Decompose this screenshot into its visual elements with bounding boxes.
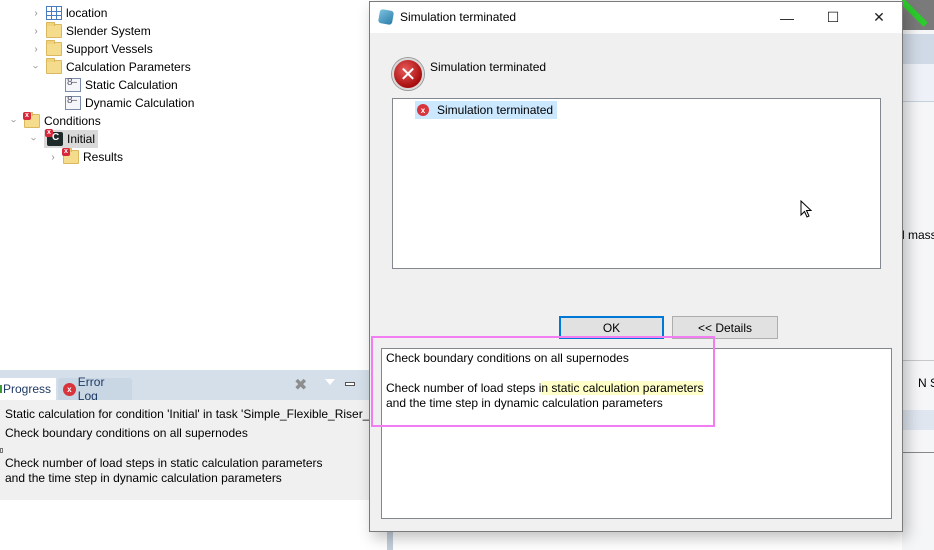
chevron-down-icon[interactable]: › <box>28 133 40 145</box>
selected-item-highlight: x Initial <box>44 129 99 148</box>
bullet-marker <box>0 448 3 453</box>
tab-progress[interactable]: Progress <box>0 378 56 400</box>
ok-button[interactable]: OK <box>559 316 664 339</box>
header-band <box>902 64 934 102</box>
title-bar[interactable]: Simulation terminated — ☐ ✕ <box>370 2 902 33</box>
ok-button-label: OK <box>602 320 621 335</box>
divider <box>902 360 934 361</box>
error-folder-icon: x <box>23 112 40 128</box>
mouse-cursor-icon <box>800 200 812 218</box>
chevron-right-icon[interactable]: › <box>47 151 59 163</box>
dialog-title: Simulation terminated <box>400 10 517 24</box>
progress-line: Check number of load steps in static cal… <box>5 456 323 470</box>
highlighted-text: n static calculation parameters <box>541 381 704 395</box>
chevron-right-icon[interactable]: › <box>30 43 42 55</box>
close-button[interactable]: ✕ <box>856 2 902 33</box>
tree-item-location[interactable]: › location <box>30 4 107 22</box>
error-log-icon: x <box>63 382 76 396</box>
tree-item-label: location <box>66 6 108 20</box>
tree-item-dynamic-calculation[interactable]: Dynamic Calculation <box>65 94 194 112</box>
tree-item-label: Slender System <box>66 24 151 38</box>
chevron-right-icon[interactable]: › <box>30 25 42 37</box>
table-row[interactable] <box>902 410 934 430</box>
remove-all-icon[interactable]: ✖ <box>294 378 310 394</box>
status-item-label: Simulation terminated <box>437 103 554 117</box>
3d-viewport <box>902 0 934 30</box>
column-header: N S <box>918 376 934 390</box>
tree-item-label: Dynamic Calculation <box>85 96 195 110</box>
tree-item-label: Initial <box>67 132 96 146</box>
panel-tab-bar: Progress x Error Log ✖ <box>0 370 370 403</box>
tree-item-calculation-parameters[interactable]: › Calculation Parameters <box>30 58 191 76</box>
progress-line: and the time step in dynamic calculation… <box>5 471 282 485</box>
tree-item-slender-system[interactable]: › Slender System <box>30 22 151 40</box>
dialog-message: Simulation terminated <box>430 60 547 74</box>
status-item[interactable]: x Simulation terminated <box>415 101 558 119</box>
project-tree: › location › Slender System › Support Ve… <box>0 0 370 370</box>
error-icon: ✕ <box>392 58 424 90</box>
error-icon: x <box>417 104 429 116</box>
folder-icon <box>46 40 62 56</box>
tree-item-label: Static Calculation <box>85 78 178 92</box>
details-line: and the time step in dynamic calculation… <box>386 396 663 410</box>
details-text: Check number of load steps i <box>386 381 542 395</box>
folder-icon <box>46 22 62 38</box>
divider <box>902 452 934 453</box>
tree-item-conditions[interactable]: › x Conditions <box>8 112 101 130</box>
tree-item-label: Calculation Parameters <box>66 60 191 74</box>
close-icon: ✕ <box>873 9 885 25</box>
maximize-icon: ☐ <box>826 9 840 25</box>
header-band <box>902 34 934 64</box>
view-menu-icon[interactable] <box>324 377 336 385</box>
status-tree[interactable]: x Simulation terminated <box>392 98 881 269</box>
tab-label: Error Log <box>77 375 105 403</box>
tree-item-label: Support Vessels <box>66 42 153 56</box>
tab-label: Progress <box>2 382 51 396</box>
tree-item-results[interactable]: › x Results <box>47 148 123 166</box>
partial-text: l mass <box>902 228 934 242</box>
folder-icon <box>46 58 62 74</box>
progress-panel-body: Static calculation for condition 'Initia… <box>0 400 376 500</box>
tree-item-initial[interactable]: › x Initial <box>28 129 99 148</box>
tree-item-static-calculation[interactable]: Static Calculation <box>65 76 178 94</box>
tab-error-log[interactable]: x Error Log <box>58 375 132 403</box>
tree-item-support-vessels[interactable]: › Support Vessels <box>30 40 153 58</box>
splitter[interactable] <box>387 532 393 550</box>
error-folder-icon: x <box>62 148 79 164</box>
tree-item-label: Results <box>83 150 124 164</box>
details-line: Check number of load steps in static cal… <box>386 381 887 396</box>
parameters-icon <box>65 95 81 110</box>
chevron-right-icon[interactable]: › <box>30 7 42 19</box>
parameters-icon <box>65 77 81 92</box>
progress-line: Check boundary conditions on all superno… <box>5 426 248 440</box>
app-icon <box>377 8 395 26</box>
details-button-label: << Details <box>697 320 753 335</box>
simulation-terminated-dialog: Simulation terminated — ☐ ✕ ✕ Simulation… <box>369 1 903 532</box>
chevron-down-icon[interactable]: › <box>30 61 42 73</box>
tree-item-label: Conditions <box>44 114 101 128</box>
minimize-icon[interactable] <box>345 382 355 386</box>
chevron-down-icon[interactable]: › <box>8 115 20 127</box>
details-line: Check boundary conditions on all superno… <box>386 351 629 365</box>
minimize-icon: — <box>780 9 794 26</box>
grid-icon <box>46 6 62 20</box>
minimize-button[interactable]: — <box>764 2 810 33</box>
maximize-button[interactable]: ☐ <box>810 2 856 33</box>
error-condition-icon: x <box>45 129 63 146</box>
details-button[interactable]: << Details <box>672 316 778 339</box>
details-text-area[interactable]: Check boundary conditions on all superno… <box>381 348 892 519</box>
progress-icon <box>0 385 2 393</box>
progress-line: Static calculation for condition 'Initia… <box>5 407 377 421</box>
background-editor: l mass N S <box>902 0 934 550</box>
